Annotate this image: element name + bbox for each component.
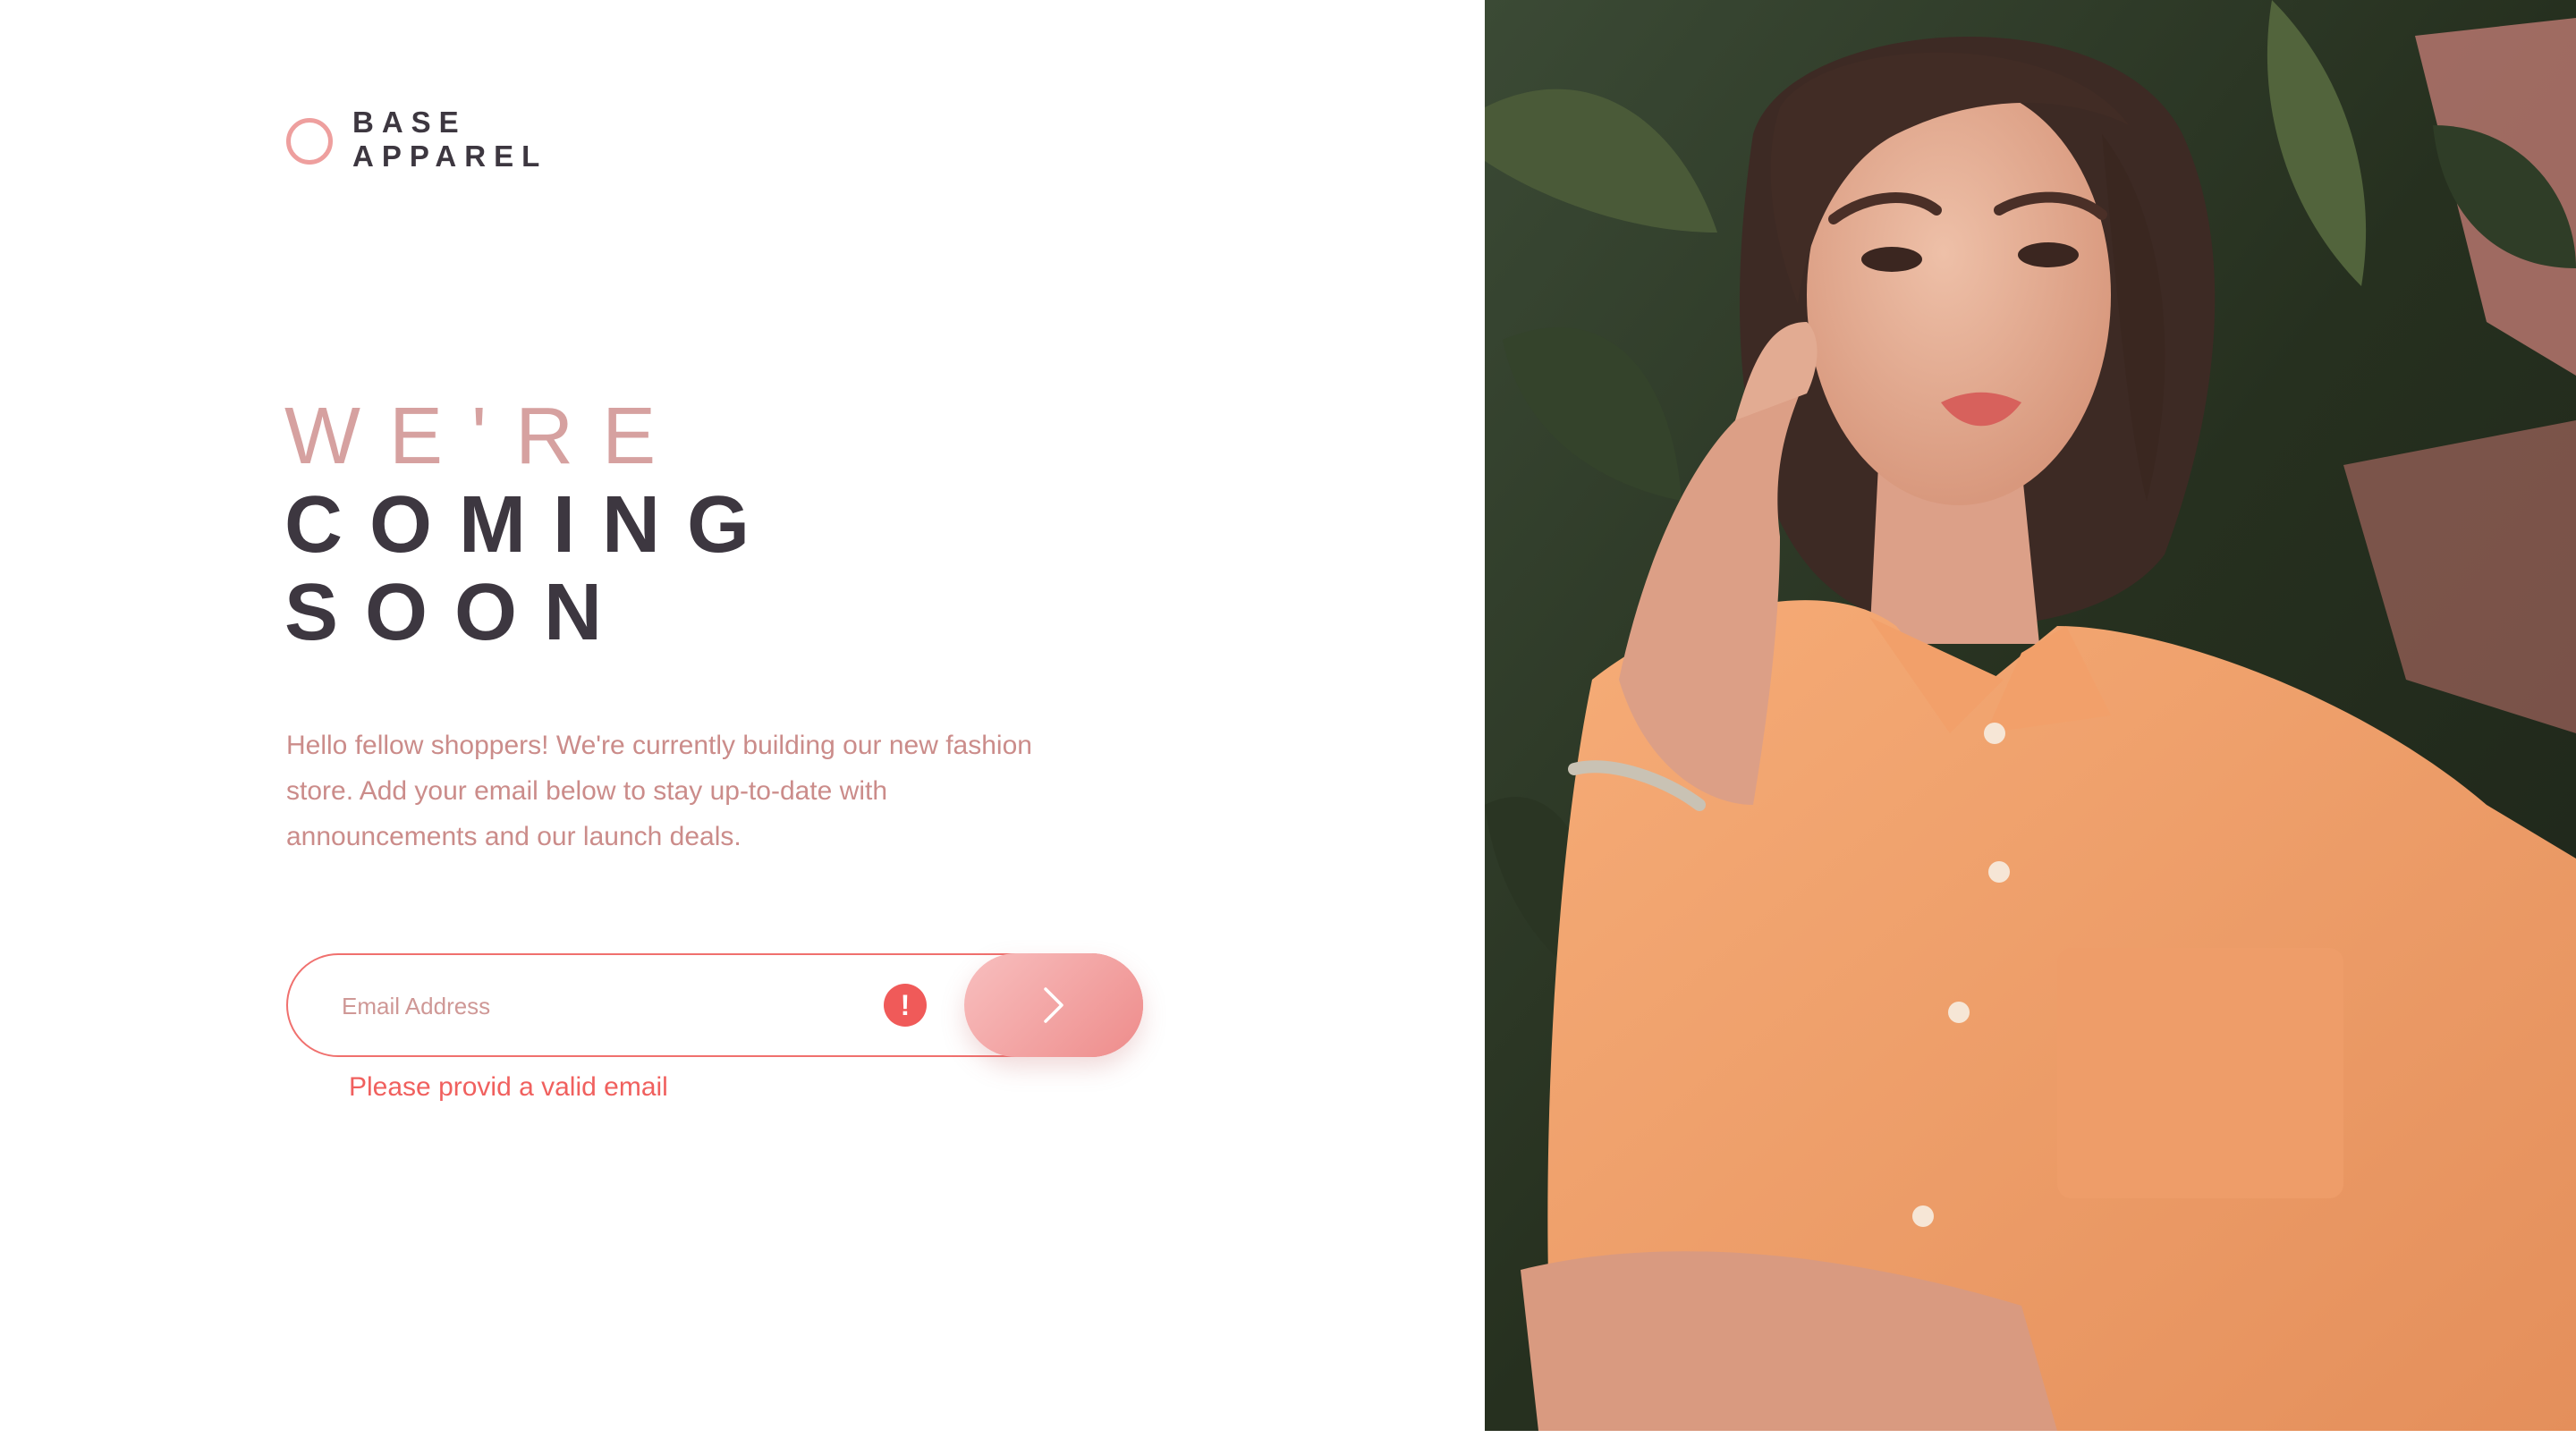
content-panel: BASE APPAREL WE'RE COMING SOON Hello fel…	[0, 0, 1485, 1438]
title-line-2: COMING	[284, 480, 776, 570]
woman-in-orange-shirt-photo	[1485, 0, 2576, 1431]
error-message: Please provid a valid email	[349, 1072, 668, 1102]
email-field[interactable]	[340, 980, 844, 1032]
title-line-3: SOON	[284, 568, 630, 657]
brand-name-line1: BASE	[352, 106, 467, 139]
chevron-right-icon	[1044, 987, 1063, 1023]
hero-image	[1485, 0, 2576, 1431]
submit-button[interactable]	[964, 953, 1143, 1057]
brand-name-line2: APPAREL	[352, 140, 548, 173]
logo-circle-icon	[286, 118, 333, 165]
brand-name: BASE APPAREL	[352, 106, 547, 173]
brand-logo[interactable]: BASE APPAREL	[286, 106, 547, 173]
error-icon: !	[884, 984, 927, 1027]
title-line-1: WE'RE	[284, 392, 685, 481]
page-title: WE'RE COMING SOON	[284, 392, 776, 656]
description-text: Hello fellow shoppers! We're currently b…	[286, 731, 1032, 851]
email-form: !	[286, 953, 1143, 1057]
